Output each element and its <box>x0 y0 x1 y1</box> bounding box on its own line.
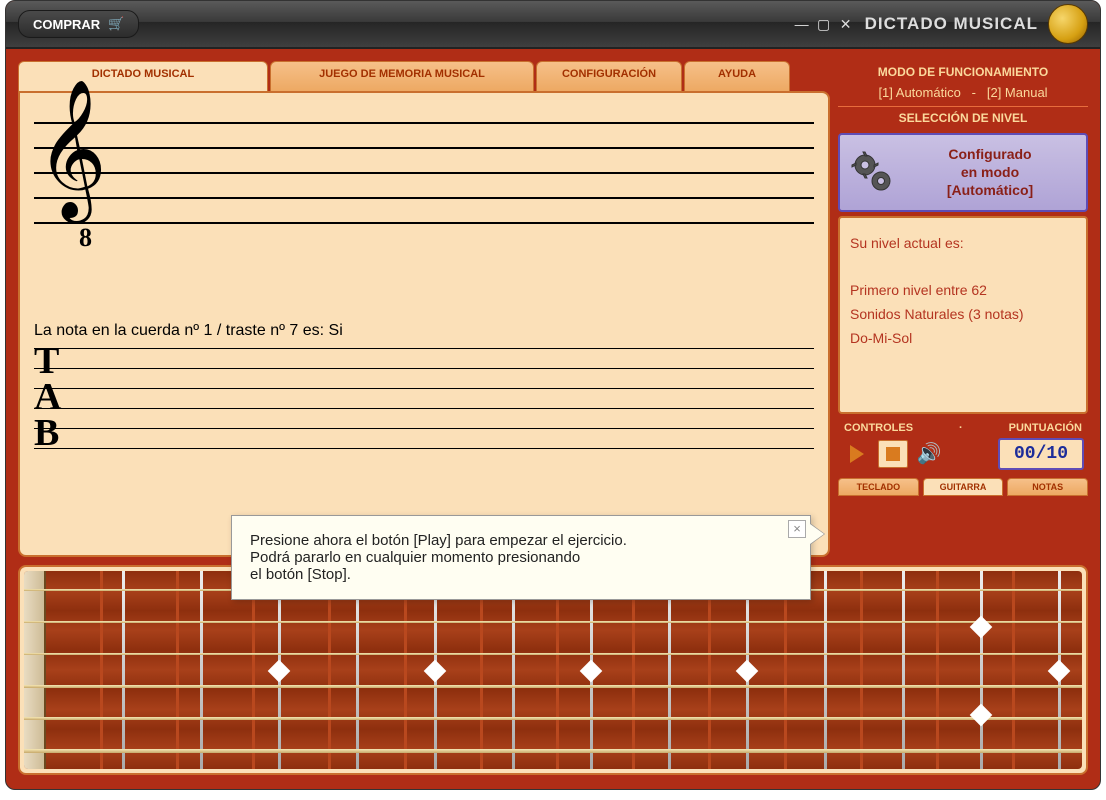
tooltip-line3: el botón [Stop]. <box>250 566 792 583</box>
titlebar: COMPRAR 🛒 — ▢ ✕ DICTADO MUSICAL <box>6 1 1100 49</box>
window-controls: — ▢ ✕ <box>793 15 855 33</box>
tab-teclado[interactable]: TECLADO <box>838 478 919 496</box>
horn-icon <box>1048 4 1088 44</box>
fret <box>668 571 671 769</box>
close-button[interactable]: ✕ <box>837 15 855 33</box>
controls-sep: · <box>959 422 963 434</box>
tooltip-line2: Podrá pararlo en cualquier momento presi… <box>250 549 792 566</box>
input-tabs: TECLADO GUITARRA NOTAS <box>838 476 1088 496</box>
level-info-line2: Primero nivel entre 62 <box>850 279 1076 303</box>
fret-marker <box>580 660 603 683</box>
mode-sep: - <box>972 85 976 100</box>
fret <box>980 571 983 769</box>
tooltip-close-button[interactable]: × <box>788 520 806 538</box>
controls-header: CONTROLES · PUNTUACIÓN <box>838 414 1088 438</box>
tab-ayuda[interactable]: AYUDA <box>684 61 790 91</box>
string[interactable] <box>24 621 1082 623</box>
stop-icon <box>886 447 900 461</box>
body-area: DICTADO MUSICAL JUEGO DE MEMORIA MUSICAL… <box>6 49 1100 557</box>
mode-options: [1] Automático - [2] Manual <box>838 83 1088 106</box>
fret <box>902 571 905 769</box>
tab-guitarra[interactable]: GUITARRA <box>923 478 1004 496</box>
mode-auto[interactable]: [1] Automático <box>878 85 960 100</box>
tooltip-line1: Presione ahora el botón [Play] para empe… <box>250 532 792 549</box>
string[interactable] <box>24 749 1082 753</box>
level-info-line1: Su nivel actual es: <box>850 232 1076 256</box>
fret <box>122 571 125 769</box>
fretboard[interactable] <box>24 571 1082 769</box>
play-button[interactable] <box>842 440 872 468</box>
main-tabs: DICTADO MUSICAL JUEGO DE MEMORIA MUSICAL… <box>18 61 830 91</box>
instruction-tooltip: × Presione ahora el botón [Play] para em… <box>231 515 811 600</box>
level-info: Su nivel actual es: Primero nivel entre … <box>838 216 1088 414</box>
nut <box>24 571 46 769</box>
score-label: PUNTUACIÓN <box>1009 422 1082 434</box>
control-buttons: 🔊 00/10 <box>838 438 1088 476</box>
tab-letter-a: A <box>34 379 61 415</box>
mode-title: MODO DE FUNCIONAMIENTO <box>838 61 1088 83</box>
gears-icon <box>848 148 896 196</box>
app-window: COMPRAR 🛒 — ▢ ✕ DICTADO MUSICAL DICTADO … <box>5 0 1101 790</box>
sidebar: MODO DE FUNCIONAMIENTO [1] Automático - … <box>830 61 1088 557</box>
fret-marker <box>1048 660 1071 683</box>
app-title: DICTADO MUSICAL <box>865 14 1038 34</box>
score-value: 00/10 <box>998 438 1084 470</box>
string[interactable] <box>24 717 1082 720</box>
buy-button[interactable]: COMPRAR 🛒 <box>18 10 139 38</box>
fret-marker <box>736 660 759 683</box>
minimize-button[interactable]: — <box>793 15 811 33</box>
speaker-icon: 🔊 <box>917 441 942 466</box>
fret <box>200 571 203 769</box>
tab-notas[interactable]: NOTAS <box>1007 478 1088 496</box>
mode-manual[interactable]: [2] Manual <box>987 85 1048 100</box>
config-box[interactable]: Configurado en modo [Automático] <box>838 133 1088 212</box>
tab-letter-b: B <box>34 415 61 451</box>
treble-clef-icon: 𝄞 <box>36 89 107 209</box>
tab-config[interactable]: CONFIGURACIÓN <box>536 61 682 91</box>
maximize-button[interactable]: ▢ <box>815 15 833 33</box>
fret-marker <box>970 704 993 727</box>
tab-staff: T A B <box>34 348 814 458</box>
cart-icon: 🛒 <box>108 16 124 32</box>
fret-marker <box>970 616 993 639</box>
stop-button[interactable] <box>878 440 908 468</box>
music-staff: 𝄞 8 <box>34 107 814 282</box>
fret-marker <box>268 660 291 683</box>
string[interactable] <box>24 653 1082 655</box>
level-info-line3: Sonidos Naturales (3 notas) <box>850 303 1076 327</box>
string[interactable] <box>24 685 1082 688</box>
left-column: DICTADO MUSICAL JUEGO DE MEMORIA MUSICAL… <box>18 61 830 557</box>
staff-panel: 𝄞 8 La nota en la cuerda nº 1 / traste n… <box>18 91 830 557</box>
fret <box>356 571 359 769</box>
fret <box>824 571 827 769</box>
level-title: SELECCIÓN DE NIVEL <box>838 106 1088 129</box>
fret-marker <box>424 660 447 683</box>
tab-memoria[interactable]: JUEGO DE MEMORIA MUSICAL <box>270 61 534 91</box>
buy-label: COMPRAR <box>33 17 100 32</box>
config-text: Configurado en modo [Automático] <box>902 145 1078 200</box>
note-text: La nota en la cuerda nº 1 / traste nº 7 … <box>34 322 814 340</box>
clef-octave: 8 <box>79 223 92 253</box>
tab-letters: T A B <box>34 343 61 451</box>
titlebar-right: — ▢ ✕ DICTADO MUSICAL <box>793 4 1088 44</box>
fret <box>512 571 515 769</box>
play-icon <box>850 445 864 463</box>
sound-button[interactable]: 🔊 <box>914 440 944 468</box>
controls-label: CONTROLES <box>844 422 913 434</box>
tab-letter-t: T <box>34 343 61 379</box>
level-info-line4: Do-Mi-Sol <box>850 327 1076 351</box>
